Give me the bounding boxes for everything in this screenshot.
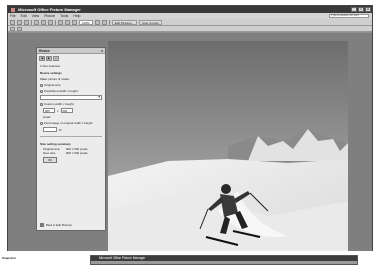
secondary-toolbar — [8, 26, 372, 32]
forward-arrow-icon[interactable]: ▶ — [46, 56, 52, 61]
auto-correct-button[interactable]: Auto Correct — [139, 19, 162, 25]
pane-divider — [40, 136, 102, 137]
open-button[interactable] — [17, 19, 22, 25]
back-button[interactable] — [10, 26, 15, 31]
skier-photo-image — [108, 41, 348, 252]
radio-percentage[interactable] — [40, 122, 43, 125]
second-window-preview: Microsoft Office Picture Manager — [90, 255, 358, 265]
pane-footer[interactable]: Back to Edit Pictures — [40, 223, 72, 227]
radio-custom[interactable] — [40, 103, 43, 106]
height-input[interactable]: 600 — [60, 108, 73, 113]
close-button[interactable]: x — [365, 7, 371, 12]
home-icon[interactable]: ⌂ — [53, 56, 59, 61]
summary-new-value: 900 x 600 pixels — [66, 151, 88, 155]
predefined-size-select[interactable] — [40, 95, 102, 100]
resize-settings-heading: Resize settings — [40, 71, 62, 75]
back-to-edit-link[interactable]: Back to Edit Pictures — [46, 223, 72, 227]
single-view-button[interactable] — [48, 19, 53, 25]
zoom-out-button[interactable] — [101, 19, 107, 25]
option-custom-label: Custom width x height: — [44, 102, 75, 106]
times-sign: x — [57, 108, 59, 113]
window-controls: _ □ x — [351, 7, 371, 12]
help-search-input[interactable]: Type a question for help — [329, 14, 369, 18]
size-summary-heading: Size setting summary — [40, 142, 71, 146]
edit-pictures-button[interactable]: Edit Pictures... — [111, 19, 138, 25]
menu-edit[interactable]: Edit — [21, 14, 27, 18]
forward-button[interactable] — [17, 26, 22, 31]
option-predefined[interactable]: Predefined width x height: — [37, 88, 105, 94]
toolbar-separator — [108, 19, 110, 25]
width-input[interactable]: 900 — [43, 108, 55, 113]
resize-task-pane: Resize x ◀ ▶ ⌂ 1 files selected Resize s… — [36, 47, 106, 231]
menu-file[interactable]: File — [10, 14, 16, 18]
minimize-button[interactable]: _ — [351, 7, 357, 12]
zoom-in-button[interactable] — [94, 19, 100, 25]
save-button[interactable] — [24, 19, 29, 25]
zoom-select[interactable]: 100% — [79, 19, 93, 25]
ski-photo — [108, 41, 348, 252]
thumbnail-view-button[interactable] — [34, 19, 39, 25]
custom-size-row: 900 x 600 — [37, 107, 105, 114]
bottom-strip: Snapshot Microsoft Office Picture Manage… — [0, 251, 375, 265]
summary-new-row: New size: 900 x 600 pixels — [37, 151, 105, 155]
option-original-label: Original size — [44, 83, 61, 87]
rotate-right-button[interactable] — [72, 19, 77, 25]
option-percentage-label: Percentage of original width x height: — [44, 121, 94, 125]
percentage-row: % — [37, 126, 105, 133]
radio-predefined[interactable] — [40, 90, 43, 93]
menu-bar: File Edit View Picture Tools Help Type a… — [8, 13, 372, 19]
percentage-input[interactable] — [43, 127, 57, 132]
pane-title: Resize x — [37, 48, 105, 54]
menu-picture[interactable]: Picture — [44, 14, 55, 18]
filmstrip-view-button[interactable] — [41, 19, 46, 25]
window-title: Microsoft Office Picture Manager — [18, 7, 81, 12]
option-predefined-label: Predefined width x height: — [44, 89, 79, 93]
second-window-title: Microsoft Office Picture Manager — [91, 256, 357, 261]
radio-original-size[interactable] — [40, 84, 43, 87]
rotate-left-button[interactable] — [65, 19, 70, 25]
pane-title-text: Resize — [39, 49, 50, 53]
undo-button[interactable] — [58, 19, 63, 25]
toolbar-separator — [31, 19, 32, 25]
title-bar: Microsoft Office Picture Manager _ □ x — [8, 6, 372, 13]
pane-nav: ◀ ▶ ⌂ — [37, 54, 105, 63]
snapshot-label[interactable]: Snapshot — [2, 256, 16, 260]
pane-close-icon[interactable]: x — [101, 48, 103, 54]
app-icon — [11, 8, 15, 12]
toolbar-separator — [55, 19, 56, 25]
back-arrow-icon[interactable]: ◀ — [39, 56, 45, 61]
standard-toolbar: 100% Edit Pictures... Auto Correct — [8, 19, 372, 26]
percent-sign: % — [59, 127, 62, 132]
menu-view[interactable]: View — [32, 14, 40, 18]
shortcuts-button[interactable] — [10, 19, 15, 25]
maximize-button[interactable]: □ — [358, 7, 364, 12]
menu-tools[interactable]: Tools — [60, 14, 68, 18]
menu-help[interactable]: Help — [73, 14, 80, 18]
ok-button[interactable]: OK — [43, 157, 57, 163]
summary-new-label: New size: — [43, 151, 57, 155]
edit-pictures-icon — [40, 223, 44, 227]
